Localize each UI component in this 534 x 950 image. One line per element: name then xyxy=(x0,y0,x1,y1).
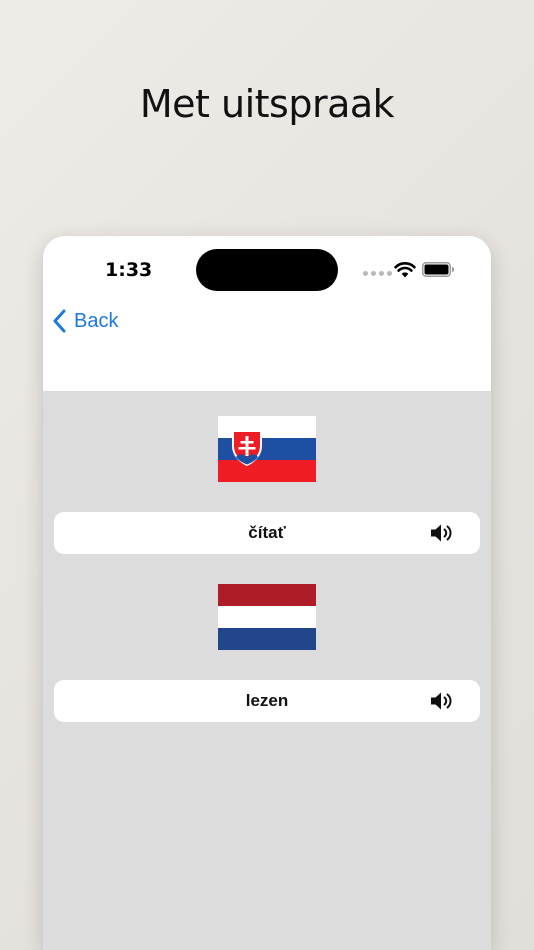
translation-word: lezen xyxy=(245,691,289,710)
dynamic-island xyxy=(196,249,338,291)
slovak-coat-of-arms-icon xyxy=(232,430,262,466)
source-word: čítať xyxy=(248,523,286,542)
phone-screen: 1:33 Back čítať lezen xyxy=(43,236,491,950)
chevron-left-icon xyxy=(53,309,66,333)
translation-word-card[interactable]: lezen xyxy=(54,680,480,722)
navigation-header: 1:33 Back xyxy=(43,236,491,391)
wifi-icon xyxy=(394,262,416,278)
battery-icon xyxy=(422,262,455,277)
source-word-card[interactable]: čítať xyxy=(54,512,480,554)
speaker-icon[interactable] xyxy=(430,691,456,711)
netherlands-flag xyxy=(218,584,316,650)
speaker-icon[interactable] xyxy=(430,523,456,543)
promo-headline: Met uitspraak xyxy=(139,82,395,126)
status-time: 1:33 xyxy=(105,259,153,281)
back-label: Back xyxy=(74,309,119,332)
slovakia-flag xyxy=(218,416,316,482)
back-button[interactable]: Back xyxy=(52,309,118,333)
cellular-signal-icon xyxy=(363,271,392,276)
